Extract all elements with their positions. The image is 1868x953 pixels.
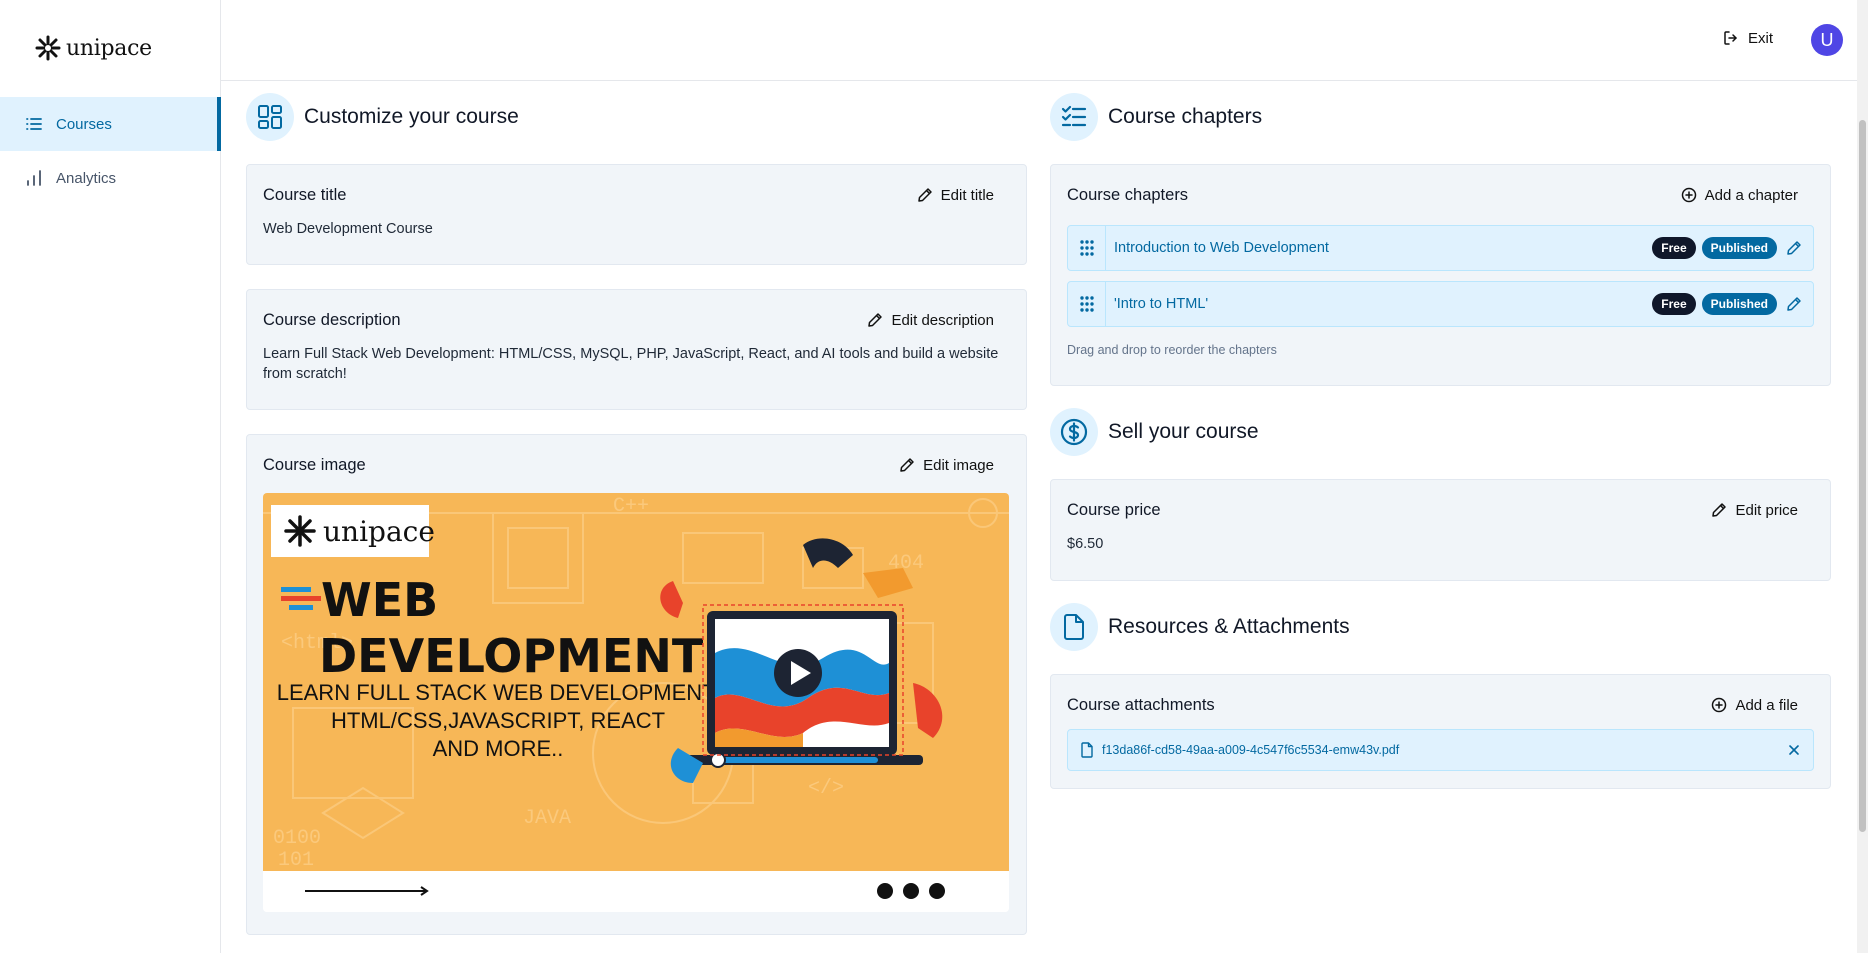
pencil-icon <box>868 313 883 327</box>
plus-circle-icon <box>1712 697 1727 713</box>
course-description-card: Course description Edit description Lear… <box>246 289 1027 410</box>
banner-bg-word: </> <box>808 777 844 800</box>
customize-column: Customize your course Course title Edit … <box>246 93 1027 935</box>
sell-section-header: Sell your course <box>1050 408 1831 456</box>
banner-bg-word: 101 <box>278 849 314 872</box>
avatar[interactable]: U <box>1811 24 1843 56</box>
chapter-title: 'Intro to HTML' <box>1114 296 1209 312</box>
bar-chart-icon <box>24 168 44 188</box>
exit-label: Exit <box>1747 29 1773 47</box>
free-badge: Free <box>1652 293 1696 315</box>
banner-subtitle-1: LEARN FULL STACK WEB DEVELOPMENT: <box>277 680 720 705</box>
banner-bg-word: 0100 <box>273 827 321 850</box>
course-settings-column: Course chapters Course chapters Add a ch… <box>1050 93 1831 789</box>
pencil-icon <box>900 458 914 472</box>
scrollbar[interactable] <box>1857 0 1868 953</box>
chapters-section-header: Course chapters <box>1050 93 1831 141</box>
logo-mark-icon <box>35 35 61 61</box>
edit-image-label: Edit image <box>923 456 994 474</box>
course-attachments-card: Course attachments Add a file f13da86f-c… <box>1050 674 1831 789</box>
attachment-name: f13da86f-cd58-49aa-a009-4c547f6c5534-emw… <box>1102 743 1400 757</box>
edit-description-label: Edit description <box>891 311 994 329</box>
sidebar: unipace Courses Analytics <box>0 0 221 953</box>
sidebar-item-courses[interactable]: Courses <box>0 97 221 151</box>
plus-circle-icon <box>1681 187 1696 203</box>
scrollbar-thumb[interactable] <box>1859 120 1866 832</box>
course-image-card: Course image Edit image C++ 404 <html> J… <box>246 434 1027 935</box>
file-icon <box>1050 603 1098 651</box>
status-badge: Published <box>1701 293 1777 315</box>
course-banner-image: C++ 404 <html> JAVA 0100 101 </> unipace <box>263 493 1009 912</box>
attachment-item[interactable]: f13da86f-cd58-49aa-a009-4c547f6c5534-emw… <box>1067 729 1814 771</box>
course-price-card: Course price Edit price $6.50 <box>1050 479 1831 581</box>
add-chapter-label: Add a chapter <box>1704 186 1798 204</box>
card-label: Course image <box>263 455 366 474</box>
brand-name: unipace <box>66 35 152 61</box>
sidebar-item-label: Analytics <box>56 169 117 187</box>
add-file-label: Add a file <box>1735 696 1798 714</box>
pencil-icon <box>1712 503 1727 517</box>
banner-bg-word: JAVA <box>523 807 571 830</box>
edit-title-button[interactable]: Edit title <box>917 187 1010 204</box>
course-image: C++ 404 <html> JAVA 0100 101 </> unipace <box>263 493 1009 912</box>
sidebar-item-label: Courses <box>56 115 112 133</box>
add-chapter-button[interactable]: Add a chapter <box>1681 187 1814 204</box>
list-icon <box>24 114 44 134</box>
list-checks-icon <box>1050 93 1098 141</box>
chapter-item[interactable]: Introduction to Web Development Free Pub… <box>1067 225 1814 271</box>
pencil-icon[interactable] <box>1783 237 1805 259</box>
card-label: Course chapters <box>1067 185 1189 204</box>
section-title: Course chapters <box>1108 105 1263 128</box>
exit-button[interactable]: Exit <box>1722 29 1773 47</box>
banner-bg-word: C++ <box>613 495 649 518</box>
top-bar: Exit U <box>221 0 1857 81</box>
banner-subtitle-2: HTML/CSS,JAVASCRIPT, REACT <box>331 708 665 733</box>
pencil-icon[interactable] <box>1783 293 1805 315</box>
edit-description-button[interactable]: Edit description <box>867 312 1010 329</box>
card-label: Course title <box>263 185 347 204</box>
file-icon <box>1081 742 1093 758</box>
banner-headline-2: DEVELOPMENT <box>319 629 704 683</box>
close-icon[interactable] <box>1787 743 1801 757</box>
layout-dashboard-icon <box>246 93 294 141</box>
card-label: Course price <box>1067 500 1161 519</box>
edit-price-label: Edit price <box>1735 501 1798 519</box>
brand-logo[interactable]: unipace <box>34 34 152 62</box>
section-title: Resources & Attachments <box>1108 615 1350 638</box>
card-label: Course description <box>263 310 401 329</box>
customize-section-header: Customize your course <box>246 93 1027 141</box>
resources-section-header: Resources & Attachments <box>1050 603 1831 651</box>
grip-icon[interactable] <box>1068 226 1106 270</box>
banner-subtitle-3: AND MORE.. <box>433 736 564 761</box>
reorder-hint: Drag and drop to reorder the chapters <box>1067 343 1277 357</box>
grip-icon[interactable] <box>1068 282 1106 326</box>
banner-headline-1: WEB <box>321 573 438 627</box>
circle-dollar-icon <box>1050 408 1098 456</box>
sidebar-item-analytics[interactable]: Analytics <box>0 151 221 205</box>
card-label: Course attachments <box>1067 695 1215 714</box>
chapter-item[interactable]: 'Intro to HTML' Free Published <box>1067 281 1814 327</box>
edit-price-button[interactable]: Edit price <box>1711 502 1814 519</box>
section-title: Sell your course <box>1108 420 1259 443</box>
section-title: Customize your course <box>304 105 519 128</box>
pencil-icon <box>917 188 932 202</box>
add-file-button[interactable]: Add a file <box>1711 697 1814 714</box>
course-title-card: Course title Edit title Web Development … <box>246 164 1027 265</box>
status-badge: Published <box>1701 237 1777 259</box>
chapter-title: Introduction to Web Development <box>1114 240 1329 256</box>
course-chapters-card: Course chapters Add a chapter Introducti… <box>1050 164 1831 386</box>
edit-title-label: Edit title <box>940 186 994 204</box>
course-title-value: Web Development Course <box>263 221 433 237</box>
course-description-value: Learn Full Stack Web Development: HTML/C… <box>263 346 999 382</box>
sidebar-nav: Courses Analytics <box>0 97 221 205</box>
course-price-value: $6.50 <box>1067 536 1104 552</box>
banner-logo-text: unipace <box>323 515 435 548</box>
exit-icon <box>1724 31 1737 45</box>
edit-image-button[interactable]: Edit image <box>899 457 1010 474</box>
free-badge: Free <box>1652 237 1696 259</box>
